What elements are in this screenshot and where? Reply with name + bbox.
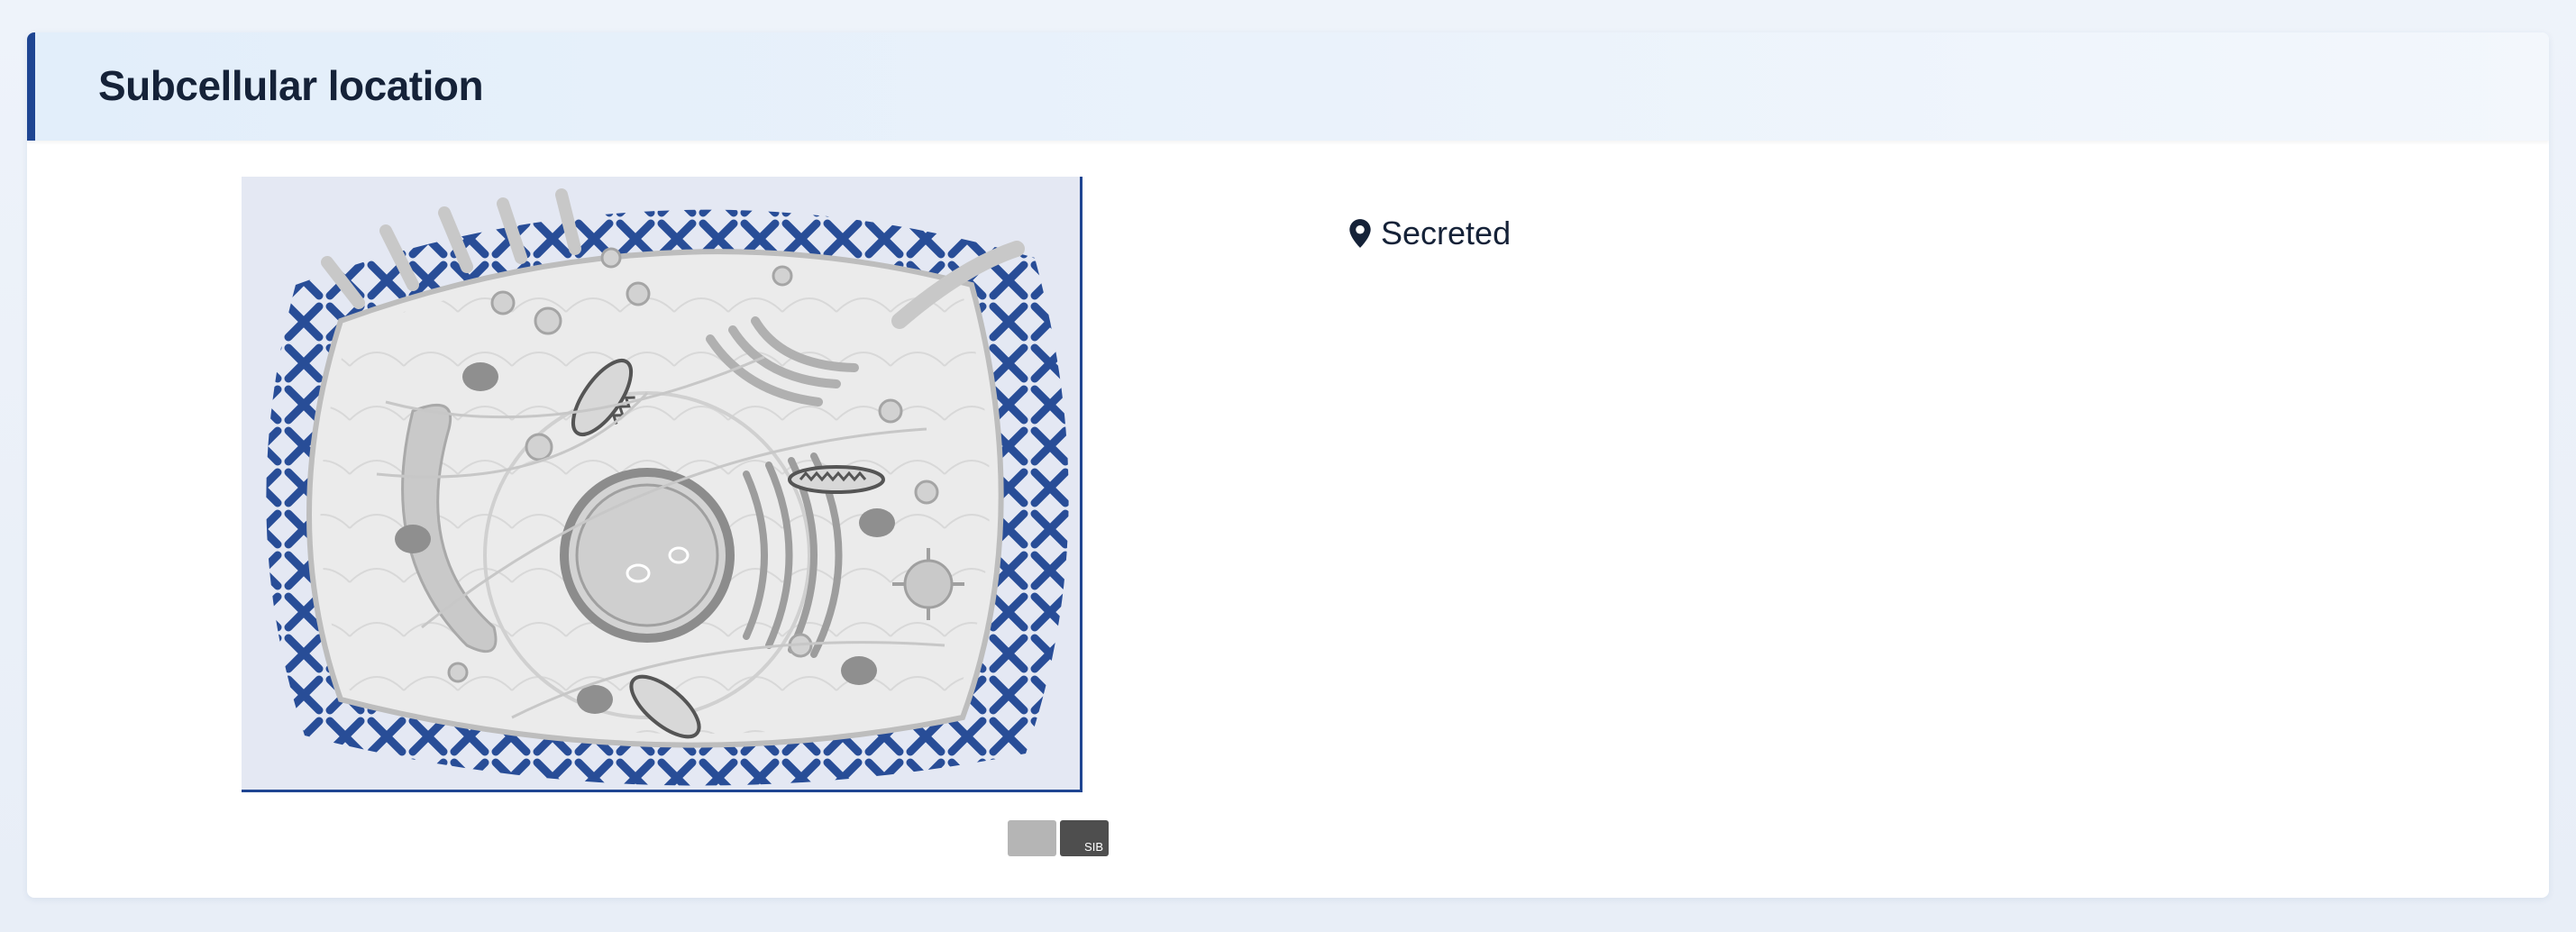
- sib-logo: SIB: [1060, 820, 1109, 856]
- cell-diagram-image: [242, 177, 1082, 792]
- section-title: Subcellular location: [98, 62, 484, 109]
- card-header: Subcellular location: [27, 32, 2549, 141]
- map-pin-icon: [1349, 219, 1371, 248]
- cell-figure: SIB: [242, 177, 1109, 862]
- location-item-secreted[interactable]: Secreted: [1348, 215, 1511, 252]
- sib-logo-text: SIB: [1084, 840, 1103, 854]
- swissbio-logo: [1008, 820, 1056, 856]
- subcellular-location-card: Subcellular location SIB Secreted: [27, 32, 2549, 898]
- location-label: Secreted: [1381, 215, 1512, 251]
